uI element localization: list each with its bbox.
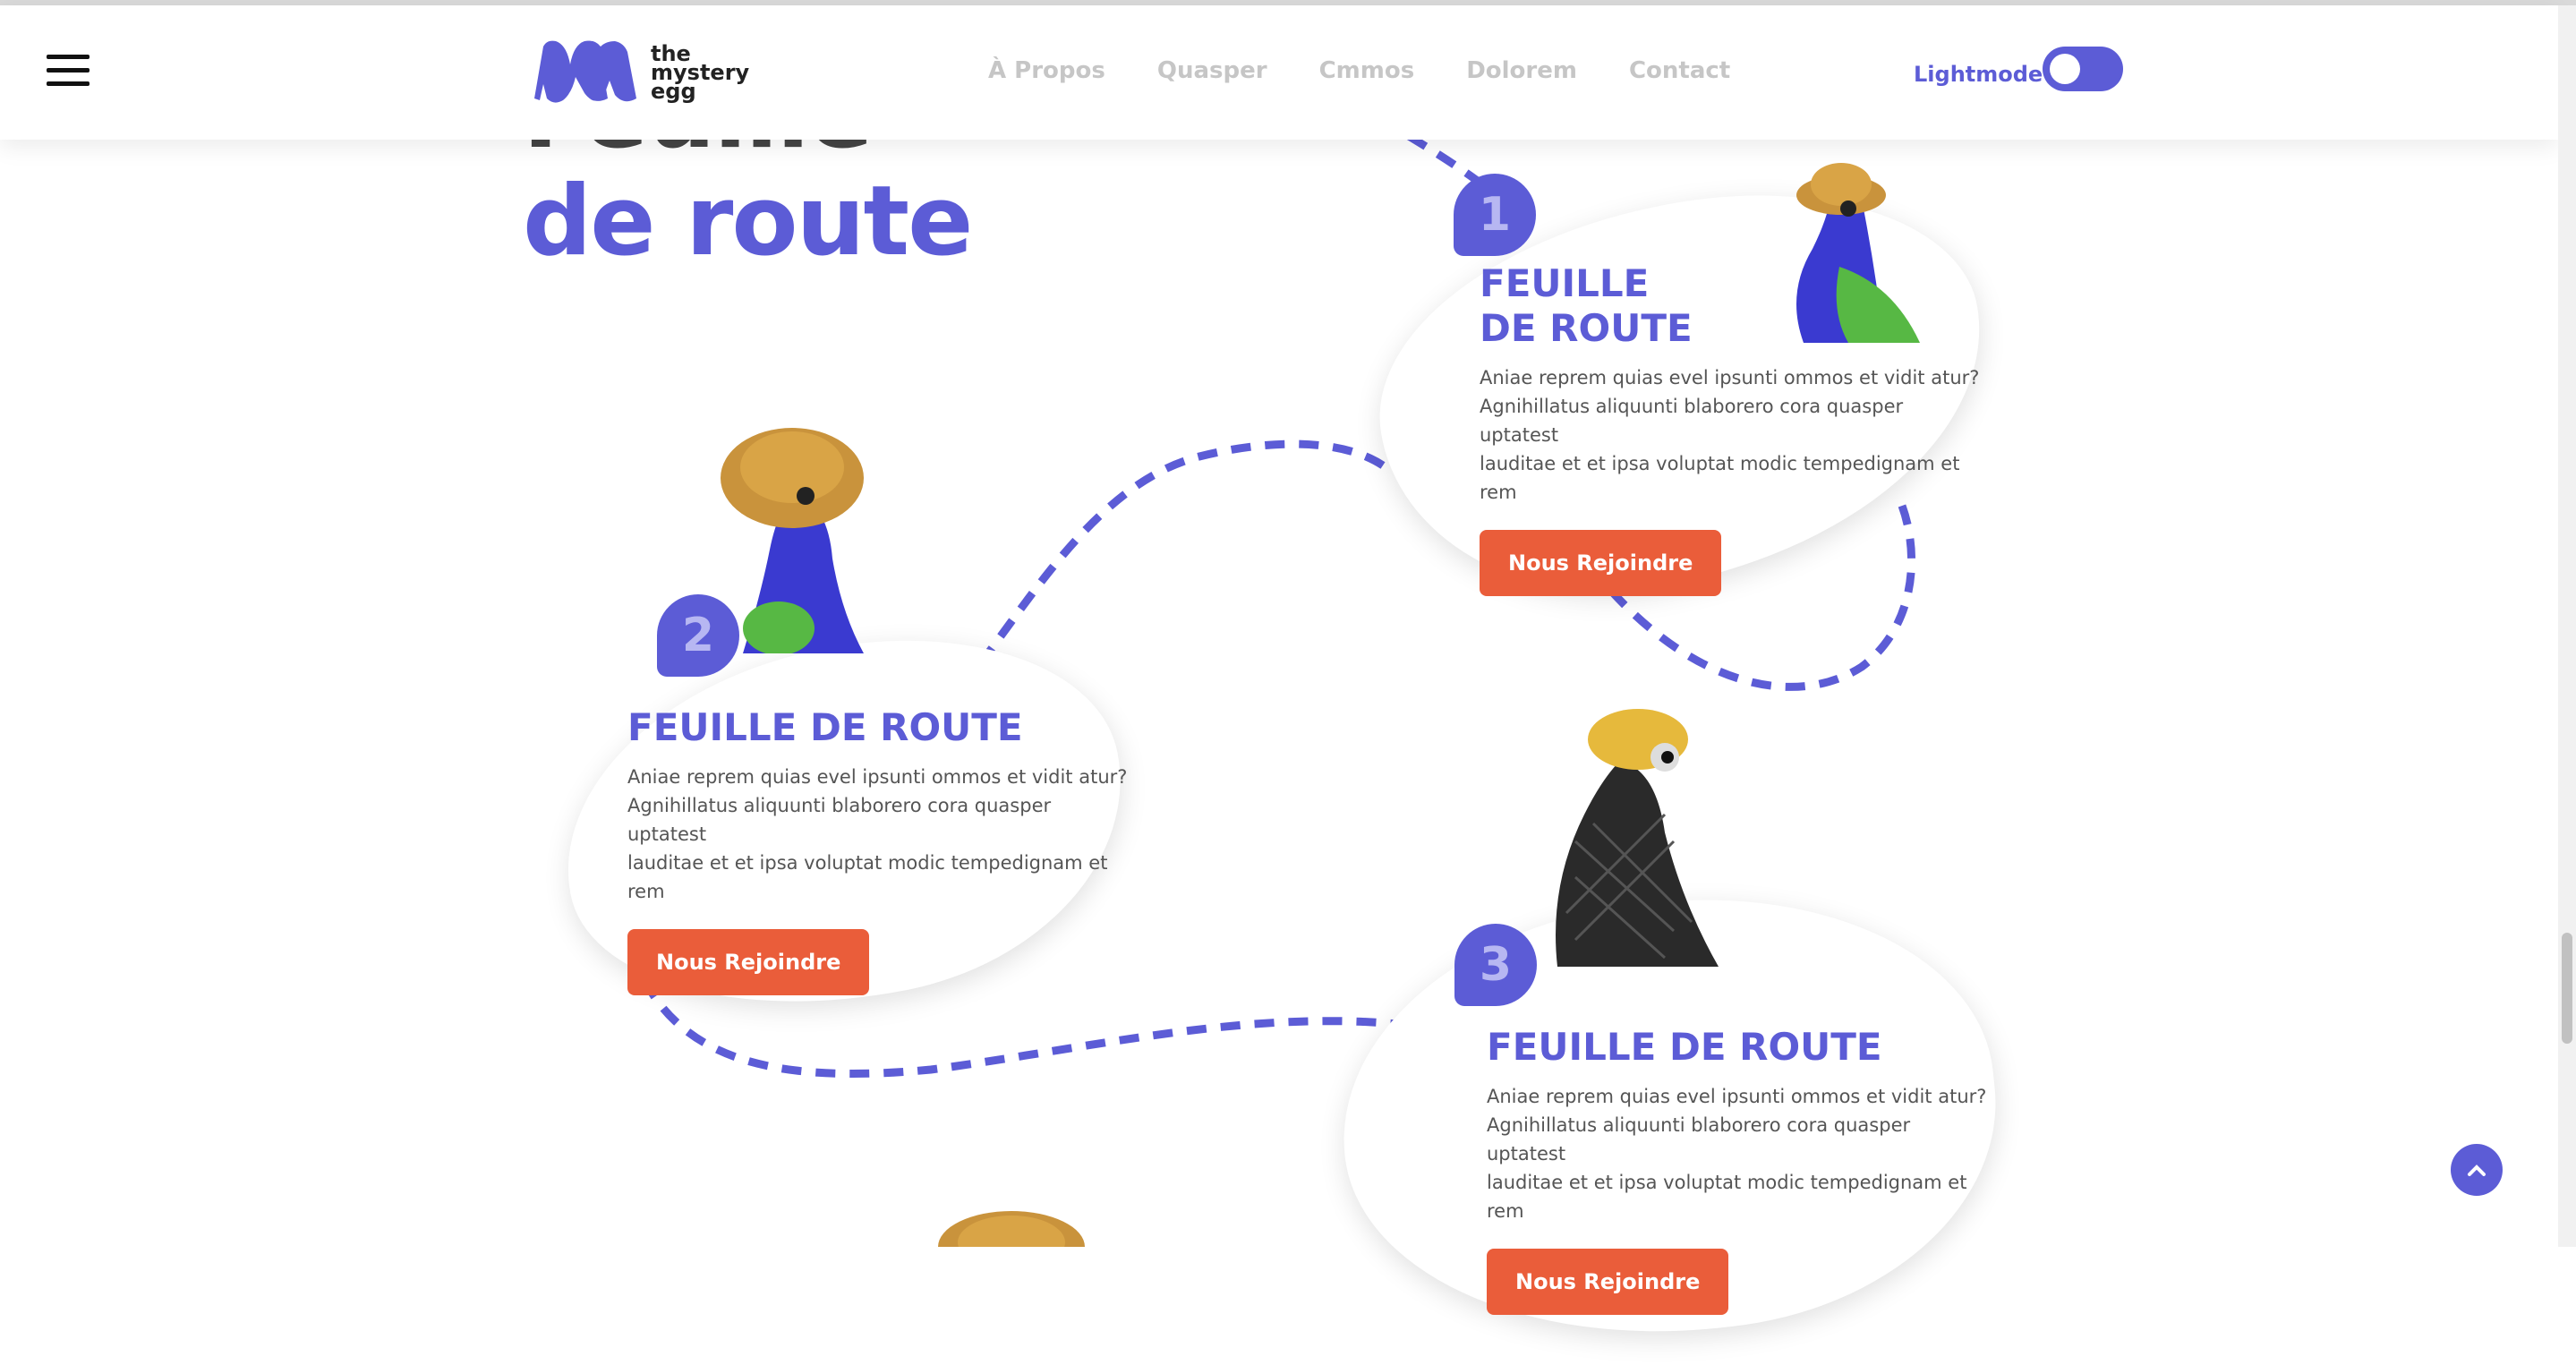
step-2-join-button[interactable]: Nous Rejoindre <box>627 929 870 995</box>
step-3-text: Aniae reprem quias evel ipsunti ommos et… <box>1487 1086 1987 1222</box>
chevron-up-icon <box>2468 1165 2486 1176</box>
step-3-badge: 3 <box>1454 924 1537 1006</box>
step-3-title: FEUILLE DE ROUTE <box>1487 1025 1882 1069</box>
step-2-title: FEUILLE DE ROUTE <box>627 705 1023 749</box>
step-1-badge: 1 <box>1454 174 1536 256</box>
nav-item-dolorem[interactable]: Dolorem <box>1466 57 1577 84</box>
logo[interactable]: the mystery egg <box>531 39 749 106</box>
nav-item-contact[interactable]: Contact <box>1629 57 1730 84</box>
nav-item-a-propos[interactable]: À Propos <box>988 57 1105 84</box>
scrollbar-thumb[interactable] <box>2562 933 2572 1044</box>
toggle-knob <box>2050 54 2080 84</box>
step-2-text: Aniae reprem quias evel ipsunti ommos et… <box>627 766 1128 902</box>
step-3-card: FEUILLE DE ROUTE Aniae reprem quias evel… <box>1487 1025 1988 1315</box>
roadmap-path <box>641 132 1916 1078</box>
logo-mark-icon <box>534 40 636 103</box>
step-3-number: 3 <box>1479 938 1513 992</box>
step-2-card: FEUILLE DE ROUTE Aniae reprem quias evel… <box>627 705 1129 995</box>
step-3-join-button[interactable]: Nous Rejoindre <box>1487 1249 1729 1315</box>
logo-text: the mystery egg <box>651 40 750 104</box>
hamburger-menu-icon[interactable] <box>47 55 90 87</box>
step-1-join-button[interactable]: Nous Rejoindre <box>1480 530 1722 596</box>
mode-label: Lightmode <box>1914 62 2043 87</box>
site-header: the mystery egg À Propos Quasper Cmmos D… <box>0 5 2558 140</box>
step-2-badge: 2 <box>657 594 739 677</box>
step-1-title: FEUILLE DE ROUTE <box>1480 261 1693 350</box>
step-1-number: 1 <box>1478 188 1512 242</box>
step-2-number: 2 <box>681 609 715 662</box>
step-1-card: FEUILLE DE ROUTE Aniae reprem quias evel… <box>1480 261 1981 596</box>
page-scrollbar[interactable] <box>2558 5 2576 1247</box>
scroll-top-button[interactable] <box>2451 1144 2503 1196</box>
nav-item-quasper[interactable]: Quasper <box>1157 57 1267 84</box>
bird-straw-hat-icon <box>938 1211 1085 1247</box>
bird-black-hard-hat-icon <box>1556 709 1719 967</box>
main-nav: À Propos Quasper Cmmos Dolorem Contact <box>988 57 1730 84</box>
step-1-text: Aniae reprem quias evel ipsunti ommos et… <box>1480 367 1980 503</box>
mode-toggle[interactable] <box>2043 47 2123 91</box>
nav-item-cmmos[interactable]: Cmmos <box>1319 57 1415 84</box>
